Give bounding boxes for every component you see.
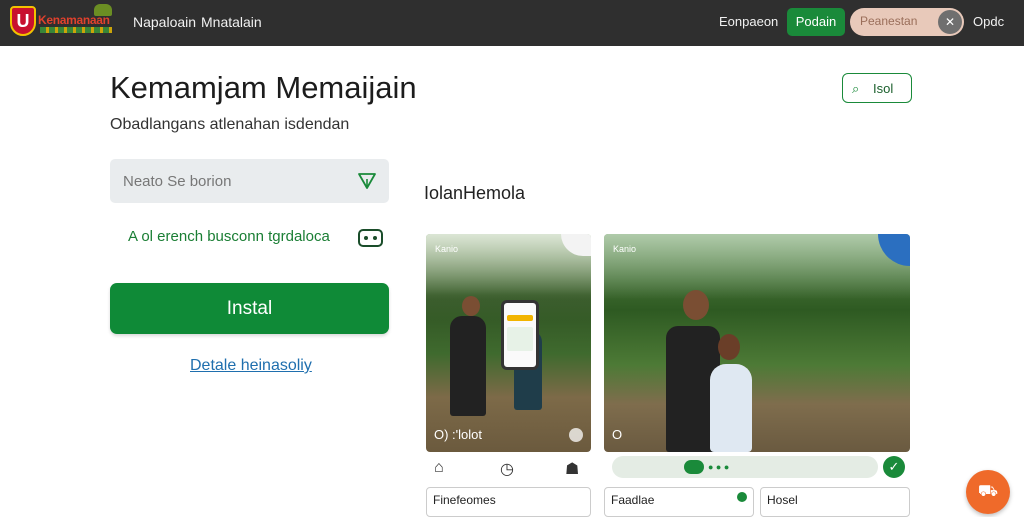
page-subtitle: Obadlangans atlenahan isdendan	[110, 116, 350, 133]
mini-card[interactable]: Hosel	[760, 487, 910, 517]
gamepad-icon	[358, 229, 383, 247]
check-icon[interactable]: ✓	[883, 456, 905, 478]
screenshot-card-2[interactable]: Kanio O	[604, 234, 910, 452]
info-text: A ol erench busconn tgrdaloca	[128, 228, 330, 245]
person-head	[683, 290, 709, 320]
child-head	[718, 334, 740, 360]
install-button[interactable]: Instal	[110, 283, 389, 334]
header-search-text: Peanestan	[860, 14, 918, 28]
mini-card-title: Finefeomes	[433, 493, 496, 507]
brand-logo[interactable]: U Kenamanaan	[10, 4, 115, 40]
person-head	[462, 296, 480, 316]
home-icon[interactable]: ⌂	[434, 459, 444, 477]
status-dot-icon	[737, 492, 747, 502]
screenshot-card-1[interactable]: Kanio O) :'lolot	[426, 234, 591, 452]
section-title: IolanHemola	[424, 183, 526, 203]
close-icon[interactable]: ✕	[938, 10, 962, 34]
nav-link-1[interactable]: Napaloain	[133, 14, 196, 30]
child-figure	[710, 364, 752, 452]
top-bar: U Kenamanaan Napaloain Mnatalain Eonpaeo…	[0, 0, 1024, 46]
mini-card-title: Faadlae	[611, 493, 655, 507]
shield-logo-icon: U	[10, 6, 36, 36]
profile-icon[interactable]: ☗	[565, 459, 579, 479]
card-label: Kanio	[613, 244, 637, 254]
header-green-button[interactable]: Podain	[787, 8, 845, 36]
header-link[interactable]: Eonpaeon	[719, 14, 778, 29]
logo-stripe	[40, 27, 112, 33]
pin-icon: ⌕	[852, 81, 860, 96]
search-input[interactable]	[110, 159, 350, 203]
header-search-pill[interactable]: Peanestan ✕	[850, 8, 964, 36]
mini-card[interactable]: Faadlae	[604, 487, 754, 517]
mini-card[interactable]: Finefeomes	[426, 487, 591, 517]
phone-image	[501, 300, 539, 370]
progress-track[interactable]: ● ● ●	[612, 456, 878, 478]
toggle-knob[interactable]	[684, 460, 704, 474]
nav-link-2[interactable]: Mnatalain	[201, 14, 262, 30]
crown-icon	[94, 4, 112, 16]
send-icon[interactable]	[357, 171, 377, 191]
screenshot-photo-2	[604, 234, 910, 452]
page-title: Kemamjam Memaijain	[110, 70, 417, 105]
card-time: O) :'lolot	[434, 427, 482, 442]
card-1-toolbar: ⌂ ◷ ☗	[426, 455, 591, 483]
shopping-bag-icon[interactable]: ⛟	[966, 470, 1010, 514]
mini-card-title: Hosel	[767, 493, 798, 507]
card-dot-icon	[569, 428, 583, 442]
details-link[interactable]: Detale heinasoliy	[190, 357, 312, 375]
progress-dots: ● ● ●	[708, 462, 730, 472]
label-button-text: Isol	[873, 81, 894, 96]
card-time: O	[612, 427, 623, 442]
clock-icon[interactable]: ◷	[500, 459, 514, 479]
search-field	[110, 159, 389, 203]
label-button[interactable]: ⌕ Isol	[842, 73, 912, 103]
person-figure	[450, 316, 486, 416]
card-label: Kanio	[435, 244, 459, 254]
options-link[interactable]: Opdc	[973, 14, 1004, 29]
